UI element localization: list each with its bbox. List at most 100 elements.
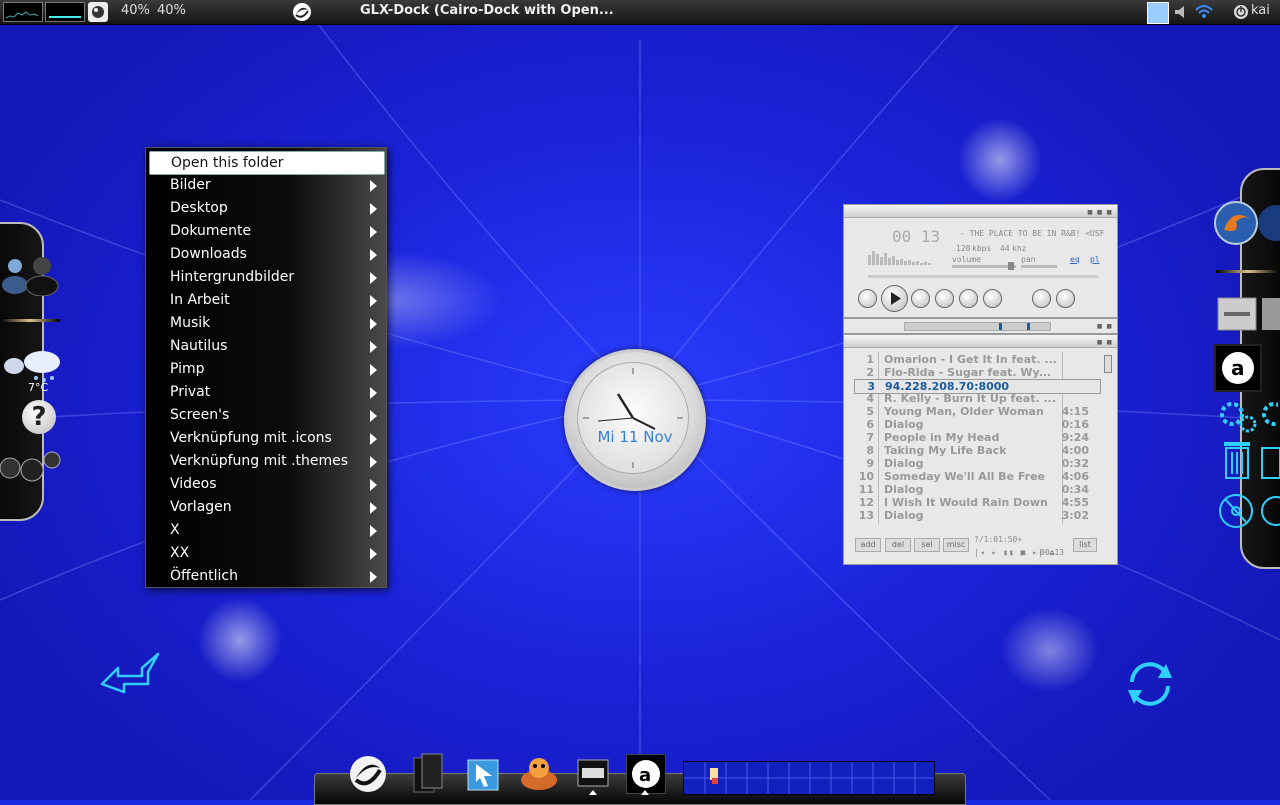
menu-item[interactable]: Musik: [149, 312, 383, 334]
shuffle-button[interactable]: [1032, 289, 1051, 308]
cpu-graph[interactable]: [3, 2, 43, 22]
submenu-arrow-icon: [370, 318, 377, 330]
active-window-title[interactable]: GLX-Dock (Cairo-Dock with Open...: [360, 3, 614, 18]
eq-toggle[interactable]: eq: [1070, 255, 1080, 264]
stop-button[interactable]: [935, 289, 954, 308]
pidgin-icon[interactable]: [518, 752, 560, 794]
amarok-dock-icon[interactable]: a: [626, 754, 666, 794]
playlist-list-button[interactable]: list: [1073, 538, 1097, 552]
menu-item[interactable]: Vorlagen: [149, 496, 383, 518]
menu-item[interactable]: Desktop: [149, 197, 383, 219]
menu-item[interactable]: Videos: [149, 473, 383, 495]
playlist-misc-button[interactable]: misc: [943, 538, 969, 552]
playlist-row[interactable]: 6 Dialog 0:16: [854, 418, 1099, 431]
playlist-toggle[interactable]: pl: [1090, 255, 1100, 264]
disc-burner-icon[interactable]: [1218, 492, 1280, 530]
menu-item[interactable]: X: [149, 519, 383, 541]
submenu-arrow-icon: [370, 571, 377, 583]
amarok-icon[interactable]: a: [1214, 344, 1262, 392]
network-icon[interactable]: [1194, 2, 1214, 22]
playlist-window[interactable]: ■ ■ 1 Omarion - I Get It In feat. ... 2 Flo…: [843, 334, 1118, 565]
spectrum-analyzer[interactable]: [868, 245, 942, 265]
playlist-row[interactable]: 4 R. Kelly - Burn It Up feat. ...: [854, 392, 1099, 405]
menu-item[interactable]: Dokumente: [149, 220, 383, 242]
playlist-track-title: Flo-Rida - Sugar feat. Wy...: [884, 366, 1052, 379]
playlist-titlebar[interactable]: ■ ■: [844, 335, 1117, 348]
menu-item[interactable]: Verknüpfung mit .themes: [149, 450, 383, 472]
playlist-track-title: Someday We'll All Be Free: [884, 470, 1046, 483]
menu-item[interactable]: Downloads: [149, 243, 383, 265]
playlist-track-duration: 4:06: [1061, 470, 1089, 483]
user-name[interactable]: kai: [1251, 3, 1270, 18]
playlist-del-button[interactable]: del: [885, 538, 911, 552]
menu-item[interactable]: Privat: [149, 381, 383, 403]
playlist-scrollbar[interactable]: [1104, 355, 1112, 373]
display-icon[interactable]: [1147, 2, 1169, 24]
playlist-row[interactable]: 7 People in My Head 9:24: [854, 431, 1099, 444]
terminal-icon[interactable]: [410, 752, 444, 794]
playlist-track-title: R. Kelly - Burn It Up feat. ...: [884, 392, 1056, 405]
playlist-row[interactable]: 9 Dialog 0:32: [854, 457, 1099, 470]
menu-item[interactable]: Open this folder: [149, 151, 385, 175]
previous-button[interactable]: [858, 289, 877, 308]
playlist-track-number: 7: [866, 431, 874, 444]
help-icon[interactable]: ?: [22, 400, 56, 434]
player-titlebar[interactable]: ■ ■ ■: [844, 205, 1117, 218]
workspace-switcher[interactable]: [683, 761, 935, 795]
next-button[interactable]: [959, 289, 978, 308]
play-button[interactable]: [881, 285, 908, 312]
power-icon[interactable]: [1231, 2, 1251, 22]
menu-item[interactable]: XX: [149, 542, 383, 564]
menu-item[interactable]: Bilder: [149, 174, 383, 196]
playlist-row[interactable]: 10 Someday We'll All Be Free 4:06: [854, 470, 1099, 483]
file-manager-icon[interactable]: [576, 756, 610, 790]
playlist-track-number: 11: [858, 483, 874, 496]
firefox-icon[interactable]: [1214, 200, 1280, 246]
system-monitor-icon[interactable]: [0, 448, 64, 484]
playlist-row[interactable]: 13 Dialog 3:02: [854, 509, 1099, 522]
menu-item[interactable]: Pimp: [149, 358, 383, 380]
playlist-track-title: Dialog: [884, 457, 924, 470]
menu-item[interactable]: Nautilus: [149, 335, 383, 357]
cursor-app-icon[interactable]: [466, 754, 504, 792]
menu-item-label: Pimp: [170, 361, 205, 377]
cairo-dock-icon[interactable]: [348, 754, 388, 794]
playlist-track-duration: 4:55: [1061, 496, 1089, 509]
cpu-percent: 40%: [121, 3, 150, 18]
settings-gears-icon[interactable]: [1218, 398, 1280, 434]
trash-icon[interactable]: [1220, 440, 1280, 480]
playlist-sel-button[interactable]: sel: [914, 538, 940, 552]
playlist-row[interactable]: 1 Omarion - I Get It In feat. ...: [854, 353, 1099, 366]
menu-item[interactable]: Verknüpfung mit .icons: [149, 427, 383, 449]
playlist-track-number: 5: [866, 405, 874, 418]
seek-bar[interactable]: [868, 275, 1098, 278]
playlist-row[interactable]: 2 Flo-Rida - Sugar feat. Wy...: [854, 366, 1099, 379]
menu-item[interactable]: Öffentlich: [149, 565, 383, 587]
clock-desklet[interactable]: Mi 11 Nov: [564, 349, 706, 491]
playlist-track-number: 10: [858, 470, 874, 483]
memory-graph[interactable]: [45, 2, 85, 22]
menu-item[interactable]: In Arbeit: [149, 289, 383, 311]
menu-item[interactable]: Hintergrundbilder: [149, 266, 383, 288]
gimp-icon[interactable]: [88, 2, 108, 22]
player-main-window[interactable]: ■ ■ ■ 00 13 - THE PLACE TO BE IN R&B! <U…: [843, 204, 1118, 318]
volume-slider[interactable]: [952, 262, 1016, 270]
volume-icon[interactable]: [1172, 2, 1192, 22]
refresh-icon[interactable]: [1122, 656, 1178, 712]
playlist-row[interactable]: 11 Dialog 0:34: [854, 483, 1099, 496]
swap-arrows-icon[interactable]: [98, 650, 162, 700]
repeat-button[interactable]: [1056, 289, 1075, 308]
playlist-add-button[interactable]: add: [855, 538, 881, 552]
menu-item-label: XX: [170, 545, 190, 561]
playlist-row[interactable]: 5 Young Man, Older Woman 4:15: [854, 405, 1099, 418]
pause-button[interactable]: [911, 289, 930, 308]
pan-slider[interactable]: [1021, 265, 1057, 268]
balance-slider[interactable]: [904, 322, 1051, 331]
playlist-row[interactable]: 12 I Wish It Would Rain Down 4:55: [854, 496, 1099, 509]
menu-item[interactable]: Screen's: [149, 404, 383, 426]
printer-icon[interactable]: [1216, 294, 1280, 334]
playlist-row[interactable]: 8 Taking My Life Back 4:00: [854, 444, 1099, 457]
player-position-strip[interactable]: ■ ■: [843, 318, 1118, 334]
eject-button[interactable]: [983, 289, 1002, 308]
users-icon[interactable]: [0, 252, 62, 297]
